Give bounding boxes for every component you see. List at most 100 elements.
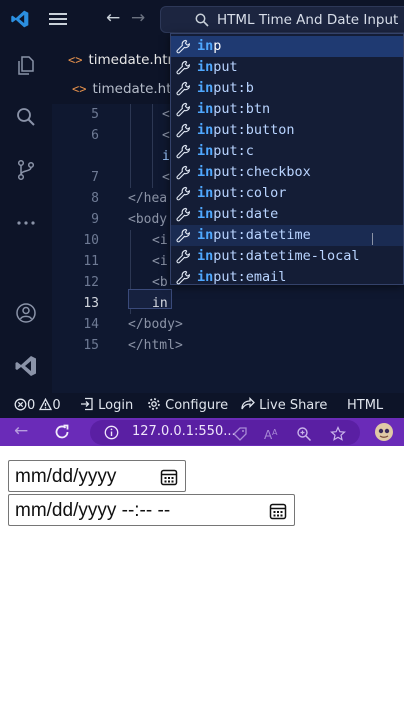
line-number: 8	[91, 191, 99, 206]
suggestion-item[interactable]: input:button	[171, 120, 403, 141]
code-text: <	[162, 128, 170, 143]
live-share-label: Live Share	[259, 398, 328, 413]
tag-icon[interactable]	[232, 426, 248, 442]
line-number: 9	[91, 212, 99, 227]
wrench-icon	[176, 270, 190, 285]
svg-text:A: A	[272, 428, 278, 437]
line-number: 11	[83, 254, 99, 269]
url-text: 127.0.0.1:550...	[132, 424, 236, 439]
line-number: 15	[83, 338, 99, 353]
wrench-icon	[176, 102, 190, 117]
explorer-icon[interactable]	[14, 54, 38, 78]
mouse-text-cursor	[372, 233, 373, 245]
suggestion-label: input:c	[197, 143, 254, 159]
problems-indicator[interactable]: 0 0	[14, 397, 61, 414]
datetime-local-input[interactable]: mm/dd/yyyy --:-- --	[8, 494, 295, 526]
reload-icon[interactable]	[52, 422, 72, 442]
suggestion-item[interactable]: input:date	[171, 204, 403, 225]
code-text: </html>	[128, 338, 183, 353]
address-bar[interactable]: 127.0.0.1:550... AA	[90, 420, 360, 445]
back-arrow-icon[interactable]: ←	[14, 421, 28, 441]
line-number: 6	[91, 128, 99, 143]
breadcrumb[interactable]: <> timedate.htm	[72, 81, 185, 97]
language-mode[interactable]: HTML	[347, 397, 383, 414]
menu-icon[interactable]	[48, 11, 68, 27]
suggestion-label: input:color	[197, 185, 287, 201]
browser-toolbar: ← 127.0.0.1:550... AA	[0, 418, 404, 446]
wrench-icon	[176, 123, 190, 138]
wrench-icon	[176, 186, 190, 201]
suggestion-item[interactable]: input:color	[171, 183, 403, 204]
html-file-icon: <>	[72, 82, 87, 96]
code-line: 14 </body>	[52, 314, 404, 335]
code-text: </body>	[128, 317, 183, 332]
suggestion-label: input	[197, 59, 238, 75]
live-share-icon	[241, 396, 255, 410]
date-input[interactable]: mm/dd/yyyy	[8, 460, 186, 492]
suggestion-item[interactable]: input:datetime	[171, 225, 403, 246]
code-text: <i	[152, 254, 168, 269]
line-number: 10	[83, 233, 99, 248]
live-share-button[interactable]: Live Share	[240, 396, 328, 414]
suggestion-item[interactable]: input:email	[171, 267, 403, 288]
gear-icon	[148, 398, 160, 410]
line-number: 14	[83, 317, 99, 332]
suggestion-label: input:date	[197, 206, 279, 222]
suggestion-item[interactable]: input:datetime-local	[171, 246, 403, 267]
profile-avatar-icon[interactable]	[374, 422, 394, 442]
warning-count: 0	[52, 398, 61, 413]
suggestion-item[interactable]: input:c	[171, 141, 403, 162]
warning-icon	[39, 397, 53, 411]
tab-timedate[interactable]: <> timedate.htm	[68, 52, 181, 68]
line-number: 5	[91, 107, 99, 122]
vscode-window: ← → HTML Time And Date Input <> timedate…	[0, 0, 404, 418]
suggestion-widget: inp input input:b input:btn input:button…	[170, 33, 404, 285]
source-control-icon[interactable]	[14, 158, 38, 182]
code-text: <b	[152, 275, 168, 290]
more-icon[interactable]	[14, 211, 38, 235]
calendar-icon[interactable]	[160, 468, 178, 486]
code-text: <body	[128, 212, 168, 227]
code-text: <i	[152, 233, 168, 248]
command-center[interactable]: HTML Time And Date Input	[160, 6, 404, 33]
back-arrow-icon[interactable]: ←	[106, 8, 120, 28]
code-text: <	[162, 170, 170, 185]
suggestion-item[interactable]: input	[171, 57, 403, 78]
suggestion-item[interactable]: input:b	[171, 78, 403, 99]
login-button[interactable]: Login	[80, 397, 133, 414]
code-text: i	[162, 149, 170, 164]
wrench-icon	[176, 60, 190, 75]
code-text: <	[162, 107, 170, 122]
vscode-logo-icon	[15, 356, 36, 376]
code-line-active: 13 in	[52, 293, 404, 314]
wrench-icon	[176, 144, 190, 159]
favorite-star-icon[interactable]	[330, 426, 346, 442]
web-page: mm/dd/yyyy mm/dd/yyyy --:-- --	[0, 446, 404, 720]
configure-button[interactable]: Configure	[147, 397, 228, 414]
line-number: 13	[83, 296, 99, 311]
zoom-icon[interactable]	[296, 426, 312, 442]
code-line: 15 </html>	[52, 335, 404, 356]
wrench-icon	[176, 39, 190, 54]
wrench-icon	[176, 81, 190, 96]
suggestion-item[interactable]: input:checkbox	[171, 162, 403, 183]
search-icon[interactable]	[14, 105, 38, 129]
forward-arrow-icon[interactable]: →	[131, 8, 145, 28]
suggestion-item[interactable]: input:btn	[171, 99, 403, 120]
calendar-icon[interactable]	[269, 502, 287, 520]
info-icon[interactable]	[104, 425, 119, 440]
vscode-logo-icon	[11, 10, 29, 28]
read-aloud-icon[interactable]: AA	[264, 426, 280, 442]
login-label: Login	[98, 398, 134, 413]
html-file-icon: <>	[68, 53, 83, 67]
suggestion-label: input:btn	[197, 101, 271, 117]
suggestion-item[interactable]: inp	[171, 36, 403, 57]
suggestion-label: input:checkbox	[197, 164, 311, 180]
suggestion-label: inp	[197, 38, 222, 54]
suggestion-label: input:email	[197, 269, 287, 285]
code-text: </hea	[128, 191, 168, 206]
activity-bar	[0, 38, 52, 393]
wrench-icon	[176, 207, 190, 222]
error-count: 0	[27, 398, 36, 413]
account-icon[interactable]	[14, 301, 38, 325]
